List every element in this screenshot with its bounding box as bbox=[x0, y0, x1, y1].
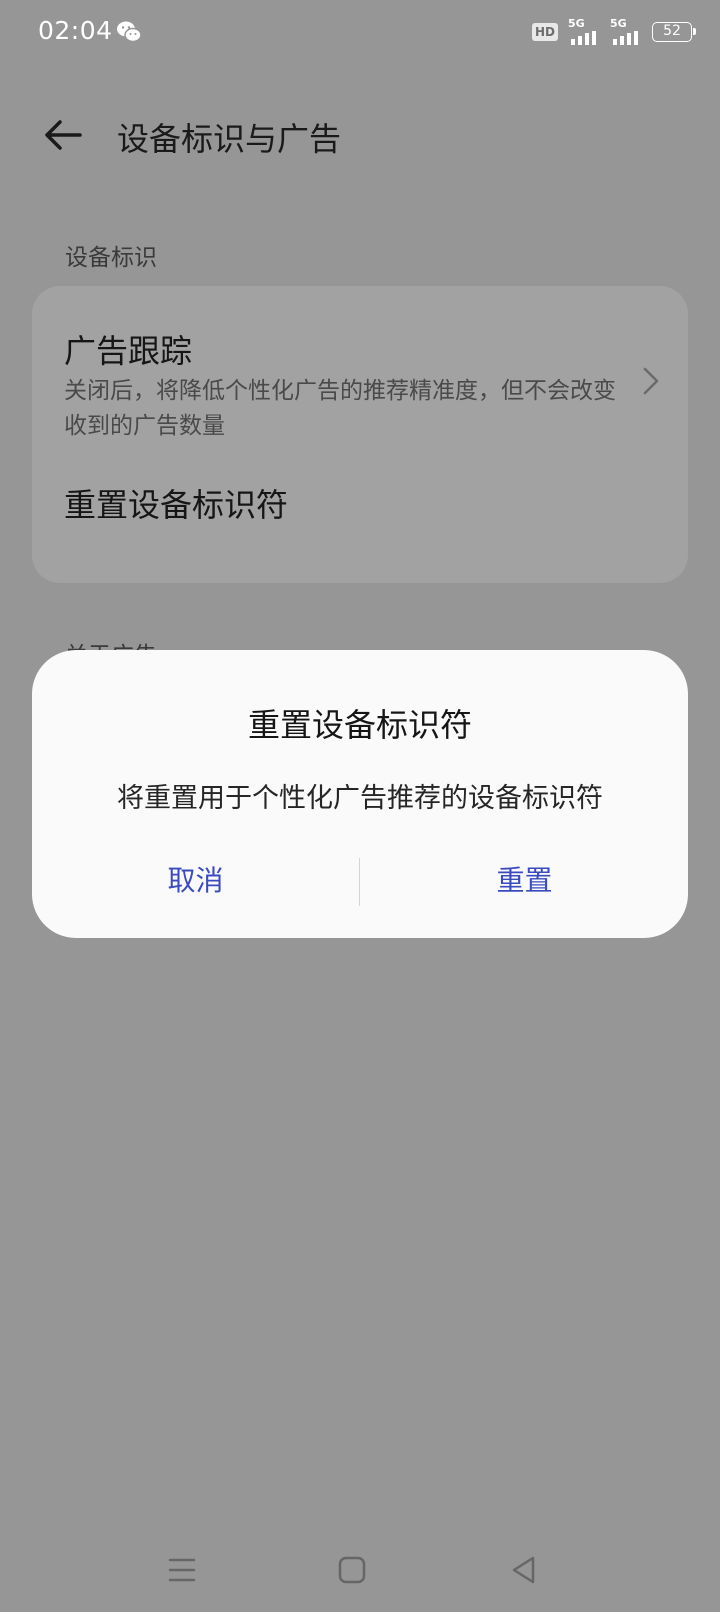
ad-tracking-row[interactable]: 广告跟踪 关闭后，将降低个性化广告的推荐精准度，但不会改变收到的广告数量 bbox=[32, 286, 688, 446]
navigation-bar bbox=[0, 1540, 720, 1600]
reset-dialog: 重置设备标识符 将重置用于个性化广告推荐的设备标识符 取消 重置 bbox=[32, 650, 688, 938]
battery-icon: 52 bbox=[652, 22, 696, 42]
reset-device-id-title: 重置设备标识符 bbox=[64, 486, 289, 524]
app-bar: 设备标识与广告 bbox=[0, 96, 720, 176]
reset-device-id-row[interactable]: 重置设备标识符 bbox=[32, 466, 688, 566]
ad-tracking-subtitle: 关闭后，将降低个性化广告的推荐精准度，但不会改变收到的广告数量 bbox=[64, 378, 616, 439]
home-icon[interactable] bbox=[334, 1552, 370, 1588]
chevron-right-icon bbox=[643, 367, 659, 395]
menu-icon[interactable] bbox=[164, 1552, 200, 1588]
dialog-message: 将重置用于个性化广告推荐的设备标识符 bbox=[117, 783, 603, 814]
button-divider bbox=[359, 858, 360, 906]
dialog-actions: 取消 重置 bbox=[32, 854, 688, 908]
signal-icon: 5G bbox=[568, 17, 600, 45]
status-bar: 02:04 HD 5G 5G 52 bbox=[0, 0, 720, 64]
status-time: 02:04 bbox=[38, 16, 113, 45]
back-arrow-icon[interactable] bbox=[40, 112, 86, 158]
reset-button[interactable]: 重置 bbox=[361, 854, 688, 908]
page-title: 设备标识与广告 bbox=[117, 120, 342, 158]
signal-icon: 5G bbox=[610, 17, 642, 45]
hd-voice-icon: HD bbox=[531, 23, 558, 41]
network-type-label: 5G bbox=[610, 17, 627, 30]
battery-level: 52 bbox=[663, 23, 681, 39]
network-type-label: 5G bbox=[568, 17, 585, 30]
section-label-device-id: 设备标识 bbox=[65, 245, 157, 271]
status-indicators: HD 5G 5G 52 bbox=[531, 17, 696, 46]
cancel-button[interactable]: 取消 bbox=[32, 854, 359, 908]
settings-card: 广告跟踪 关闭后，将降低个性化广告的推荐精准度，但不会改变收到的广告数量 重置设… bbox=[32, 286, 688, 583]
ad-tracking-title: 广告跟踪 bbox=[64, 332, 193, 370]
dialog-title: 重置设备标识符 bbox=[247, 706, 472, 744]
wechat-icon bbox=[117, 21, 142, 43]
back-triangle-icon[interactable] bbox=[506, 1552, 542, 1588]
